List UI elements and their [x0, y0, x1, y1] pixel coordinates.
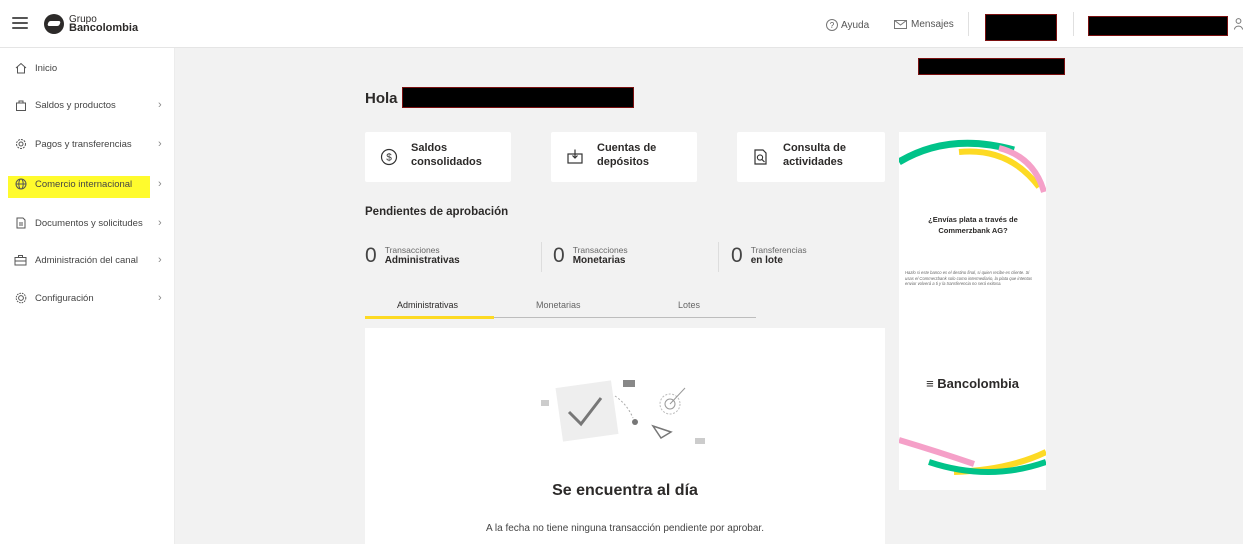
active-tab-indicator: [365, 316, 494, 319]
globe-icon: [14, 178, 27, 191]
redacted-user-name: [402, 87, 634, 108]
banner-logo: ≡ Bancolombia: [899, 376, 1046, 391]
stat-line1: Transferencias: [750, 245, 807, 255]
stat-line2: Administrativas: [384, 255, 460, 266]
brand-logo[interactable]: Grupo Bancolombia: [44, 14, 138, 34]
sidebar-item-label: Inicio: [35, 62, 58, 74]
help-label: Ayuda: [841, 19, 870, 31]
card-saldos-consolidados[interactable]: $ Saldos consolidados: [365, 132, 511, 182]
chevron-right-icon: ›: [158, 178, 162, 190]
home-icon: [14, 62, 27, 75]
card-label-line2: actividades: [783, 156, 843, 168]
tab-lotes[interactable]: Lotes: [678, 300, 700, 310]
promo-banner[interactable]: ¿Envías plata a través de Commerzbank AG…: [899, 132, 1046, 490]
bancolombia-logo-icon: [44, 14, 64, 34]
user-icon[interactable]: [1234, 18, 1243, 30]
card-label-line1: Saldos: [411, 142, 448, 154]
card-cuentas-depositos[interactable]: Cuentas de depósitos: [551, 132, 697, 182]
search-document-icon: [751, 147, 771, 167]
chevron-right-icon: ›: [158, 138, 162, 150]
document-icon: [14, 217, 27, 230]
banner-decoration-top: [899, 139, 1046, 193]
sidebar-item-label: Configuración: [35, 292, 94, 304]
messages-link[interactable]: Mensajes: [894, 19, 954, 30]
stat-line2: Monetarias: [572, 255, 626, 266]
sidebar: Inicio Saldos y productos › Pagos y tran…: [0, 48, 175, 544]
help-link[interactable]: ? Ayuda: [826, 19, 869, 31]
empty-state-illustration-icon: [541, 380, 705, 444]
redacted-user-name: [1088, 16, 1228, 36]
sidebar-item-inicio[interactable]: Inicio: [0, 54, 175, 82]
card-consulta-actividades[interactable]: Consulta de actividades: [737, 132, 885, 182]
envelope-icon: [894, 20, 907, 29]
stat-line1: Transacciones: [384, 245, 440, 255]
stat-divider: [718, 242, 719, 272]
sidebar-item-configuracion[interactable]: Configuración ›: [0, 284, 175, 312]
briefcase-icon: [14, 254, 27, 267]
pending-tabs: Administrativas Monetarias Lotes: [365, 296, 756, 319]
brand-big-text: Bancolombia: [69, 22, 139, 34]
sidebar-item-saldos[interactable]: Saldos y productos ›: [0, 91, 175, 119]
chevron-right-icon: ›: [158, 99, 162, 111]
gear-money-icon: [14, 138, 27, 151]
top-header: Grupo Bancolombia ? Ayuda Mensajes: [0, 0, 1243, 48]
stat-line1: Transacciones: [572, 245, 628, 255]
chevron-right-icon: ›: [158, 254, 162, 266]
stat-monetarias[interactable]: 0 Transacciones Monetarias: [553, 245, 628, 267]
dollar-circle-icon: $: [379, 147, 399, 167]
bancolombia-logo-icon: ≡: [926, 376, 934, 391]
banner-small-text: Hazlo si este banco es el destino final,…: [905, 270, 1033, 286]
card-label-line1: Consulta de: [783, 142, 846, 154]
empty-state-panel: Se encuentra al día A la fecha no tiene …: [365, 328, 885, 544]
settings-icon: [14, 292, 27, 305]
banner-decoration-bottom: [899, 437, 1046, 475]
card-label-line2: depósitos: [597, 156, 649, 168]
header-divider: [1073, 12, 1074, 36]
stat-administrativas[interactable]: 0 Transacciones Administrativas: [365, 245, 460, 267]
stat-lote[interactable]: 0 Transferencias en lote: [731, 245, 807, 267]
sidebar-item-comercio[interactable]: Comercio internacional ›: [0, 170, 175, 198]
chevron-right-icon: ›: [158, 217, 162, 229]
sidebar-item-label: Saldos y productos: [35, 99, 116, 111]
chevron-right-icon: ›: [158, 292, 162, 304]
menu-icon[interactable]: [12, 17, 28, 29]
redacted-user-info: [985, 14, 1057, 41]
help-icon: ?: [826, 19, 838, 31]
messages-label: Mensajes: [911, 19, 954, 30]
sidebar-item-label: Documentos y solicitudes: [35, 217, 143, 229]
sidebar-item-documentos[interactable]: Documentos y solicitudes ›: [0, 209, 175, 237]
tab-monetarias[interactable]: Monetarias: [536, 300, 581, 310]
stat-line2: en lote: [750, 255, 783, 266]
sidebar-item-label: Comercio internacional: [35, 178, 133, 190]
banner-heading: ¿Envías plata a través de Commerzbank AG…: [928, 215, 1018, 235]
sidebar-item-label: Administración del canal: [35, 254, 138, 266]
svg-text:$: $: [386, 153, 392, 164]
bag-icon: [14, 99, 27, 112]
card-label-line1: Cuentas de: [597, 142, 657, 154]
header-divider: [968, 12, 969, 36]
sidebar-item-pagos[interactable]: Pagos y transferencias ›: [0, 130, 175, 158]
stat-count: 0: [365, 244, 377, 267]
redacted-info: [918, 58, 1065, 75]
pending-title: Pendientes de aprobación: [365, 206, 509, 218]
stat-count: 0: [553, 244, 565, 267]
sidebar-item-administracion[interactable]: Administración del canal ›: [0, 246, 175, 274]
banner-logo-text: Bancolombia: [937, 376, 1019, 391]
deposit-icon: [565, 147, 585, 167]
stat-count: 0: [731, 244, 743, 267]
greeting-text: Hola: [365, 90, 398, 107]
sidebar-item-label: Pagos y transferencias: [35, 138, 132, 150]
tab-administrativas[interactable]: Administrativas: [397, 300, 458, 310]
stat-divider: [541, 242, 542, 272]
greeting: Hola: [365, 90, 398, 107]
empty-state-title: Se encuentra al día: [552, 482, 698, 499]
card-label-line2: consolidados: [411, 156, 482, 168]
empty-state-text: A la fecha no tiene ninguna transacción …: [486, 523, 764, 534]
